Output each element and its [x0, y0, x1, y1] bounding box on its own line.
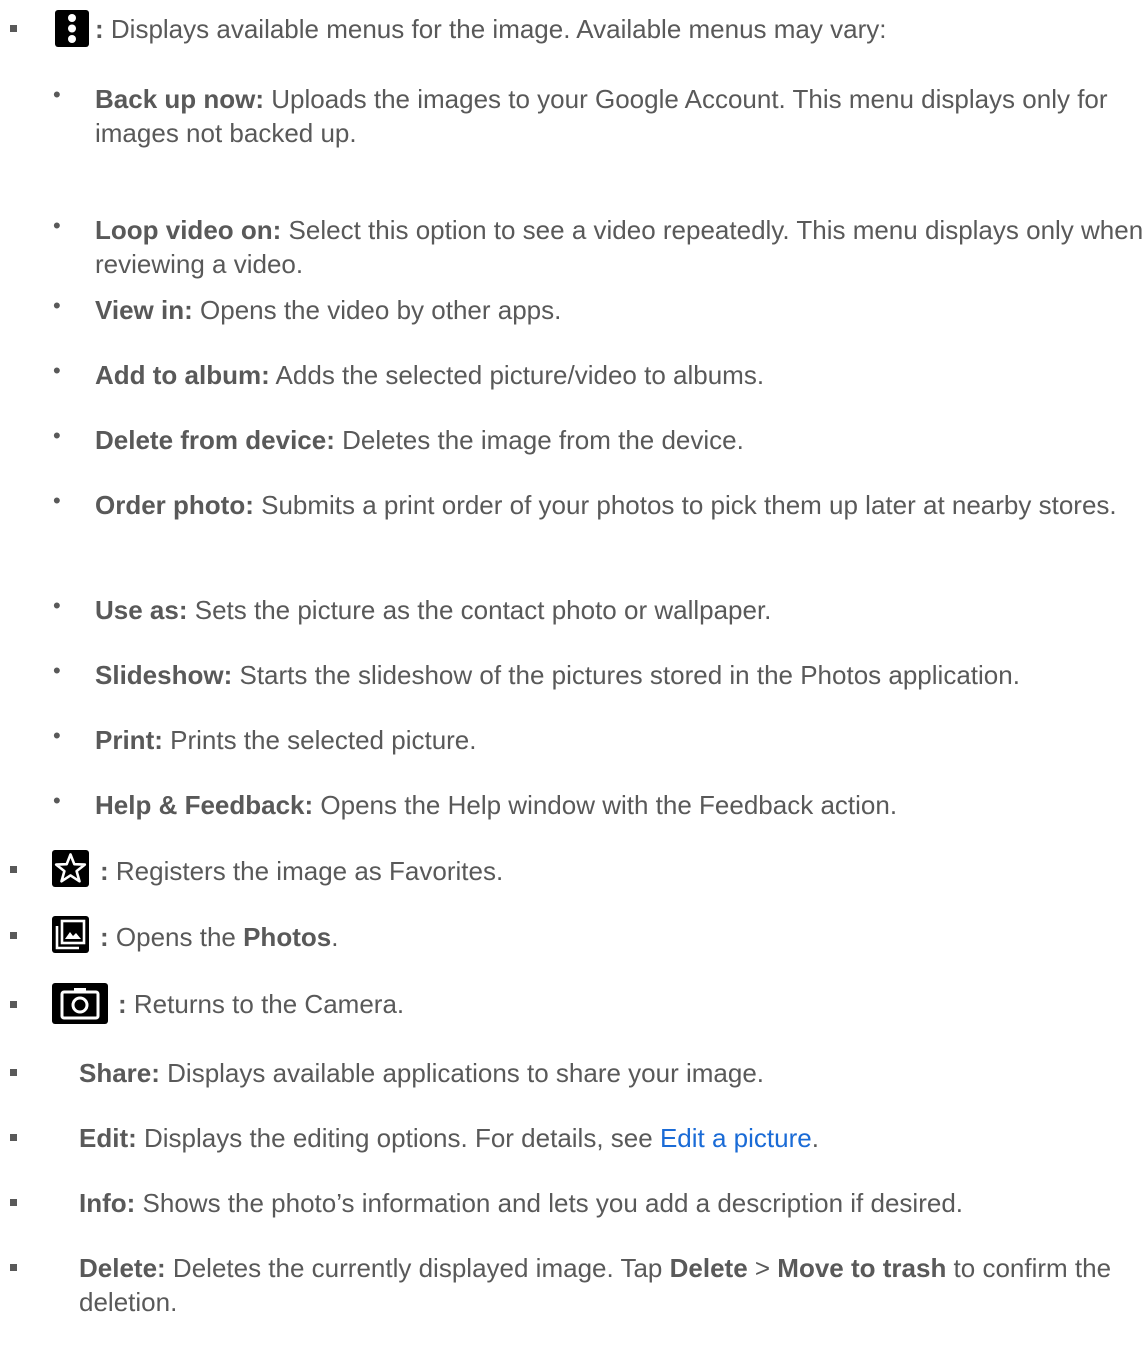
camera-desc: : Returns to the Camera. [118, 989, 405, 1019]
round-bullet: • [53, 488, 61, 513]
square-bullet [10, 1134, 17, 1141]
favorites-desc: : Registers the image as Favorites. [100, 856, 504, 886]
photo-library-icon [52, 916, 89, 953]
submenu-text: Add to album: Adds the selected picture/… [95, 360, 765, 390]
round-bullet: • [53, 423, 61, 448]
edit-desc: Edit: Displays the editing options. For … [79, 1123, 819, 1153]
square-bullet [10, 1264, 17, 1271]
square-bullet [10, 1199, 17, 1206]
delete-desc: Delete: Deletes the currently displayed … [79, 1253, 1112, 1317]
photos-desc: : Opens the Photos. [100, 922, 339, 952]
square-bullet [10, 1001, 17, 1008]
round-bullet: • [53, 788, 61, 813]
square-bullet [10, 932, 17, 939]
submenu-text: Use as: Sets the picture as the contact … [95, 595, 772, 625]
round-bullet: • [53, 293, 61, 318]
submenu-text: Print: Prints the selected picture. [95, 725, 477, 755]
round-bullet: • [53, 358, 61, 383]
round-bullet: • [53, 593, 61, 618]
submenu-text: Delete from device: Deletes the image fr… [95, 425, 744, 455]
square-bullet [10, 25, 17, 32]
round-bullet: • [53, 82, 61, 107]
info-desc: Info: Shows the photo’s information and … [79, 1188, 963, 1218]
share-desc: Share: Displays available applications t… [79, 1058, 765, 1088]
round-bullet: • [53, 658, 61, 683]
submenu-text: View in: Opens the video by other apps. [95, 295, 562, 325]
round-bullet: • [53, 213, 61, 238]
submenu-text: Slideshow: Starts the slideshow of the p… [95, 660, 1020, 690]
submenu-text: Back up now: Uploads the images to your … [95, 84, 1108, 148]
submenu-text: Loop video on: Select this option to see… [95, 215, 1144, 279]
submenu-text: Order photo: Submits a print order of yo… [95, 490, 1117, 520]
camera-icon [52, 983, 108, 1024]
square-bullet [10, 866, 17, 873]
square-bullet [10, 1069, 17, 1076]
edit-a-picture-link[interactable]: Edit a picture [660, 1123, 812, 1153]
star-outline-icon [52, 850, 89, 887]
submenu-text: Help & Feedback: Opens the Help window w… [95, 790, 898, 820]
menu-item-desc: : Displays available menus for the image… [95, 14, 887, 44]
more-vert-icon [55, 10, 89, 47]
round-bullet: • [53, 723, 61, 748]
